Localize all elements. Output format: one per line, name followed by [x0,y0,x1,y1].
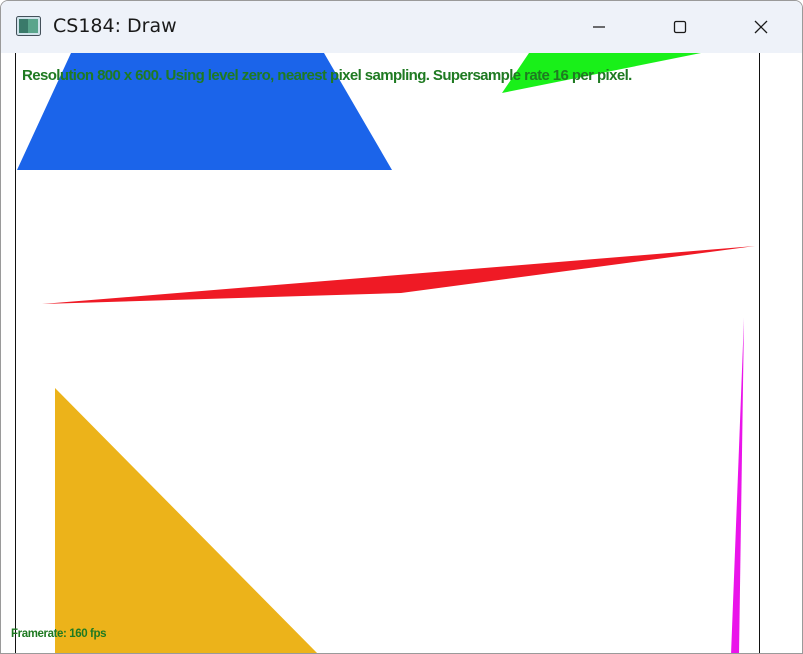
status-overlay-text: Resolution 800 x 600. Using level zero, … [22,67,632,84]
draw-canvas-area[interactable]: Resolution 800 x 600. Using level zero, … [1,53,803,654]
maximize-icon [673,20,687,34]
app-window: CS184: Draw Resolution 800 x 600. Using … [0,0,803,654]
magenta-sliver-triangle [731,318,744,653]
maximize-button[interactable] [650,1,710,53]
red-sliver-triangle [42,246,755,304]
title-bar[interactable]: CS184: Draw [1,1,802,53]
draw-canvas[interactable] [1,53,803,654]
window-title: CS184: Draw [53,15,177,37]
yellow-triangle [55,388,318,653]
minimize-button[interactable] [569,1,629,53]
app-window-icon [16,16,41,36]
close-icon [754,20,768,34]
framerate-overlay-text: Framerate: 160 fps [11,628,107,640]
minimize-icon [593,26,605,28]
close-button[interactable] [731,1,791,53]
